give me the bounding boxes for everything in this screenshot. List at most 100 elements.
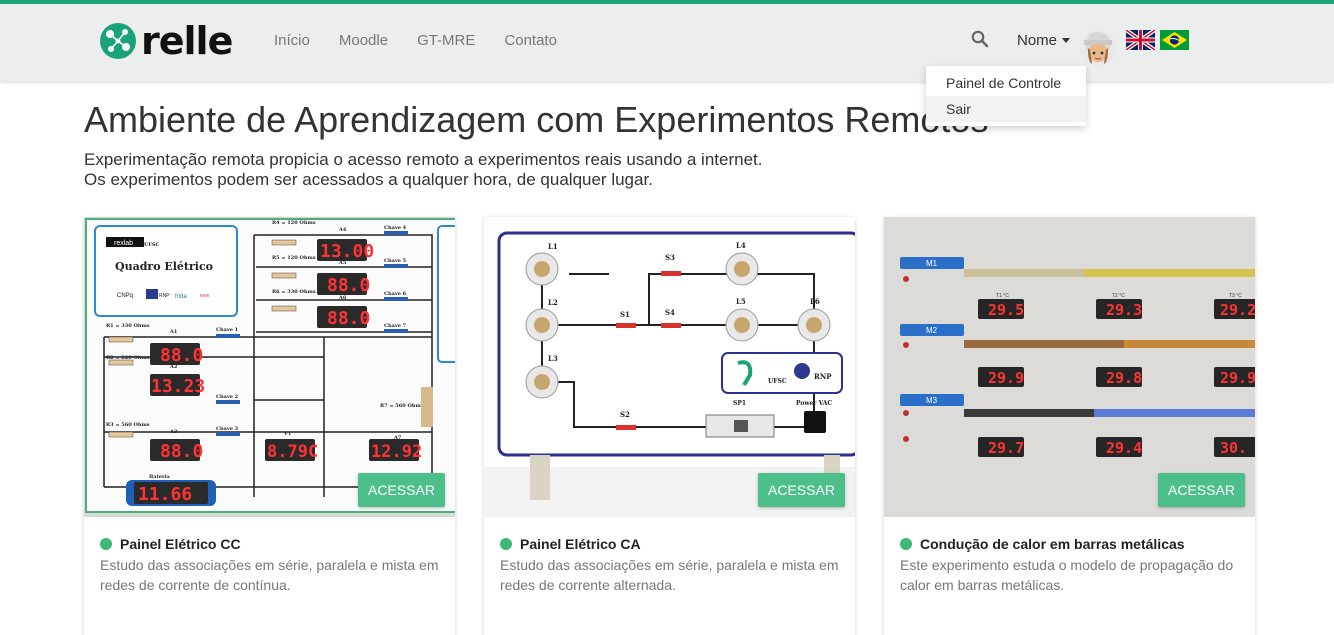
lamp-l4-label: L4	[736, 241, 746, 250]
lamp-l1-label: L1	[548, 242, 558, 251]
brazil-flag-icon[interactable]	[1160, 30, 1189, 50]
ufsc-logo: UFSC	[768, 378, 787, 385]
card-title-row: Painel Elétrico CC	[100, 536, 241, 552]
meter-a4-label: A4	[338, 227, 347, 233]
meter-a2-reading: 13.23	[151, 376, 205, 397]
card-description: Estudo das associações em série, paralel…	[500, 557, 839, 593]
page-title: Ambiente de Aprendizagem com Experimento…	[84, 99, 989, 140]
meter-v1-label: V1	[283, 431, 291, 437]
switch-chave-3-label: Chave 3	[216, 426, 239, 432]
meter-v1-reading: 8.79C	[267, 442, 318, 462]
switch-chave-1-label: Chave 1	[216, 327, 238, 333]
rexlab-logo: rexlab	[114, 240, 133, 247]
reading-m2-t1: 29.9	[988, 369, 1024, 387]
lamp-l5-label: L5	[736, 297, 746, 306]
meter-a7-reading: 12.92	[371, 442, 422, 462]
navbar: relle Início Moodle GT-MRE Contato Nome	[0, 4, 1334, 81]
resistor-r6-label: R6 = 330 Ohms	[272, 289, 316, 295]
meter-a3-reading: 88.0	[160, 441, 203, 462]
relle-logo[interactable]: relle	[98, 19, 233, 63]
page-subtitle: Experimentação remota propicia o acesso …	[84, 150, 762, 190]
rnp-logo: RNP	[159, 293, 170, 299]
resistor-r4-label: R4 = 120 Ohms	[272, 220, 316, 226]
frida-logo: frida	[175, 294, 187, 300]
ieee-logo: ieee	[200, 293, 210, 299]
reading-m1-t1: 29.5	[988, 301, 1024, 319]
lamp-l2-label: L2	[548, 298, 558, 307]
meter-a5-reading: 88.0	[327, 275, 370, 296]
switch-chave-6-label: Chave 6	[384, 291, 407, 297]
status-dot-icon	[100, 538, 112, 550]
sensor-t2-label: T2 °C	[1112, 293, 1125, 299]
subtitle-line-1: Experimentação remota propicia o acesso …	[84, 150, 763, 169]
switch-s1-label: S1	[620, 310, 630, 319]
status-dot-icon	[900, 538, 912, 550]
avatar[interactable]	[1079, 26, 1117, 68]
reading-m3-t1: 29.7	[988, 439, 1024, 457]
sensor-t1-label: T1 °C	[996, 293, 1009, 299]
meter-a6-reading: 88.0	[327, 308, 370, 329]
experiment-card-painel-ca: L1 L2 L3 L4 L5 L6 S1 S2 S3 S4 UFSC RNP S…	[484, 217, 855, 635]
experiment-image-conducao-calor: M1 M2 M3 T1 °C T2 °C T3 °C 29.5 29.3 29.…	[884, 217, 1255, 517]
relle-logo-icon	[100, 23, 136, 59]
user-name: Nome	[1017, 32, 1058, 49]
status-dot-icon	[500, 538, 512, 550]
uk-flag-icon[interactable]	[1126, 30, 1155, 50]
acessar-button-conducao-calor[interactable]: ACESSAR	[1158, 473, 1245, 507]
nav-link-moodle[interactable]: Moodle	[339, 32, 388, 49]
reading-m3-t2: 29.4	[1106, 439, 1142, 457]
experiment-image-painel-ca: L1 L2 L3 L4 L5 L6 S1 S2 S3 S4 UFSC RNP S…	[484, 217, 855, 517]
reading-m2-t2: 29.8	[1106, 369, 1142, 387]
resistor-r3-label: R3 = 560 Ohms	[106, 422, 150, 428]
card-title[interactable]: Painel Elétrico CC	[120, 536, 241, 552]
lamp-l3-label: L3	[548, 354, 558, 363]
card-title[interactable]: Condução de calor em barras metálicas	[920, 536, 1185, 552]
card-title-row: Painel Elétrico CA	[500, 536, 641, 552]
switch-s4-label: S4	[665, 308, 675, 317]
nav-link-contato[interactable]: Contato	[504, 32, 557, 49]
reading-m1-t2: 29.3	[1106, 301, 1142, 319]
meter-a1-reading: 88.0	[160, 345, 203, 366]
card-description: Estudo das associações em série, paralel…	[100, 557, 439, 593]
cnpq-logo: CNPq	[117, 293, 133, 299]
user-dropdown-menu: Painel de Controle Sair	[926, 66, 1086, 126]
card-description: Este experimento estuda o modelo de prop…	[900, 557, 1234, 593]
switch-chave-4-label: Chave 4	[384, 225, 407, 231]
bar-m3-label: M3	[926, 396, 938, 405]
subtitle-line-2: Os experimentos podem ser acessados a qu…	[84, 170, 653, 189]
battery-label: Bateria	[149, 474, 170, 480]
switch-chave-2-label: Chave 2	[216, 394, 239, 400]
resistor-r2-label: R2 = 220 Ohms	[106, 355, 150, 361]
search-icon[interactable]	[971, 30, 989, 48]
switch-chave-5-label: Chave 5	[384, 258, 407, 264]
card-title[interactable]: Painel Elétrico CA	[520, 536, 641, 552]
nav-links: Início Moodle GT-MRE Contato	[274, 32, 586, 49]
meter-a1-label: A1	[169, 329, 177, 335]
panel-title: Quadro Elétrico	[115, 260, 213, 273]
nav-link-gt-mre[interactable]: GT-MRE	[417, 32, 475, 49]
nav-link-inicio[interactable]: Início	[274, 32, 310, 49]
switch-chave-7-label: Chave 7	[384, 323, 407, 329]
switch-s3-label: S3	[665, 253, 675, 262]
reading-m1-t3: 29.2	[1220, 301, 1255, 319]
resistor-r5-label: R5 = 120 Ohms	[272, 255, 316, 261]
switch-s2-label: S2	[620, 410, 630, 419]
rnp-logo: RNP	[814, 372, 832, 381]
power-vac-label: Power VAC	[796, 400, 832, 407]
card-title-row: Condução de calor em barras metálicas	[900, 536, 1185, 552]
resistor-r7-label: R7 = 560 Ohms	[380, 403, 424, 409]
reading-m3-t3: 30.	[1220, 439, 1247, 457]
resistor-r1-label: R1 = 330 Ohms	[106, 323, 150, 329]
lamp-l6-label: L6	[810, 297, 820, 306]
battery-reading: 11.66	[138, 484, 192, 505]
ufsc-logo: UFSC	[144, 242, 160, 248]
menu-item-sair[interactable]: Sair	[926, 96, 1086, 122]
experiment-image-painel-cc: rexlab UFSC Quadro Elétrico CNPq RNP fri…	[84, 217, 455, 517]
logo-text: relle	[141, 19, 233, 63]
acessar-button-painel-cc[interactable]: ACESSAR	[358, 473, 445, 507]
user-menu-toggle[interactable]: Nome	[1017, 32, 1071, 49]
acessar-button-painel-ca[interactable]: ACESSAR	[758, 473, 845, 507]
caret-down-icon	[1062, 38, 1071, 43]
menu-item-painel-de-controle[interactable]: Painel de Controle	[926, 70, 1086, 96]
experiment-card-painel-cc: rexlab UFSC Quadro Elétrico CNPq RNP fri…	[84, 217, 455, 635]
